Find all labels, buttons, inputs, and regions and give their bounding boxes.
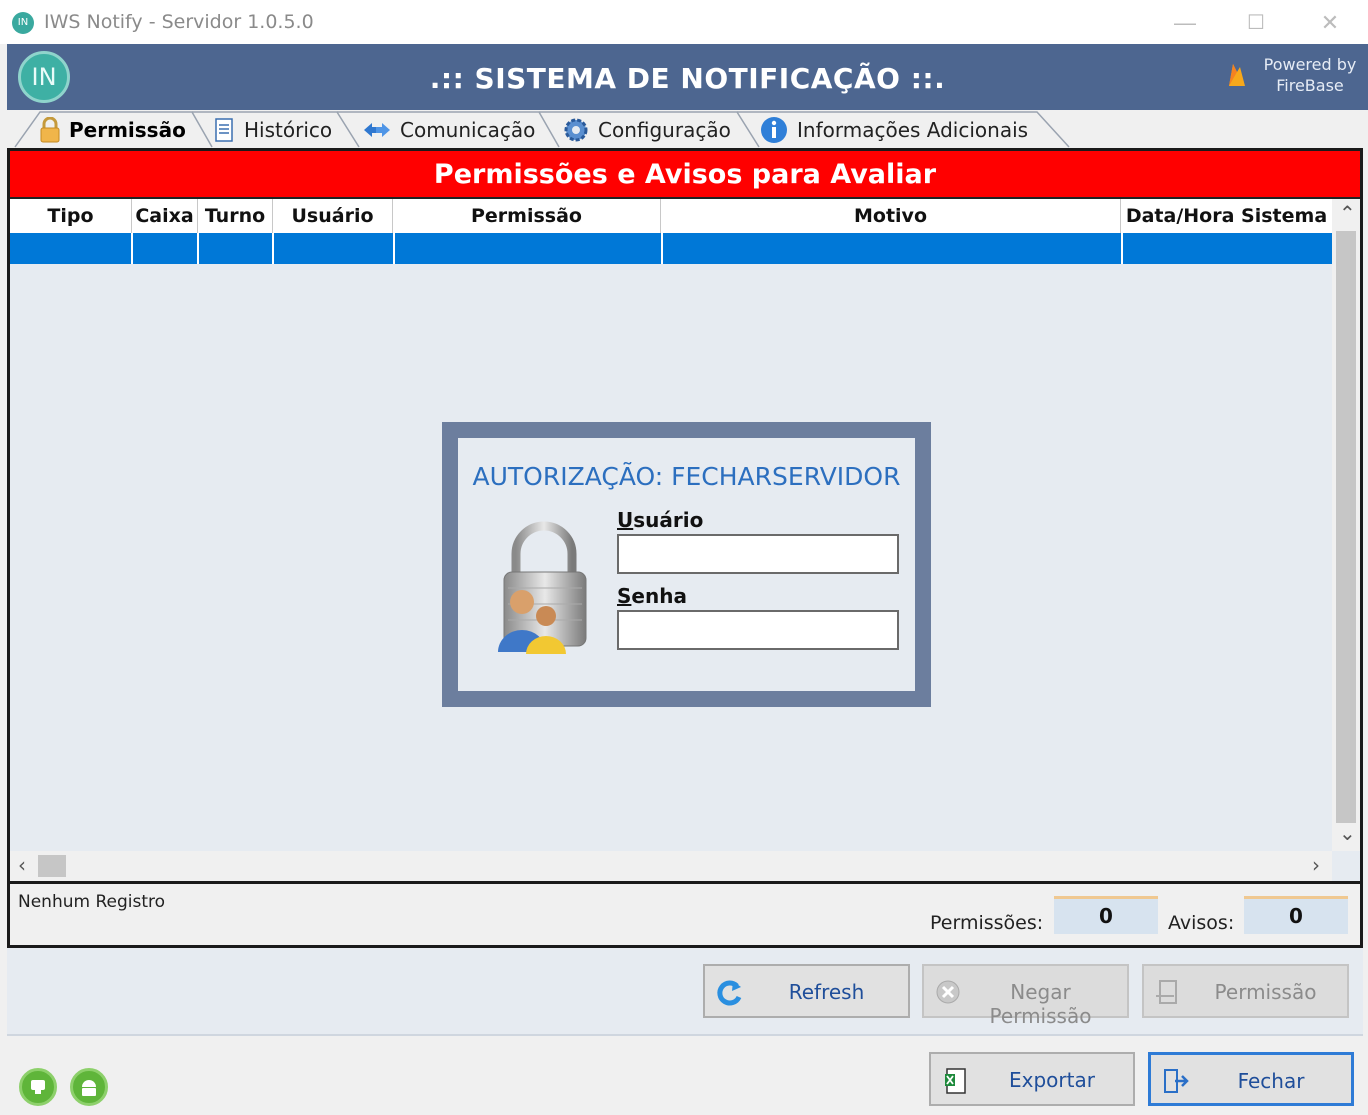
powered-by-label: Powered by FireBase	[1255, 54, 1365, 96]
col-data-hora[interactable]: Data/Hora Sistema	[1121, 199, 1332, 233]
password-label-accel: S	[617, 584, 632, 608]
vertical-scrollbar[interactable]: ⌃ ⌄	[1332, 199, 1360, 851]
permit-button[interactable]: Permissão	[1142, 964, 1349, 1018]
title-bar: IN IWS Notify - Servidor 1.0.5.0 — ☐ ✕	[0, 0, 1368, 44]
user-input[interactable]	[617, 534, 899, 574]
lock-icon	[40, 117, 60, 143]
app-header: IN .:: SISTEMA DE NOTIFICAÇÃO ::. Powere…	[7, 44, 1368, 110]
document-icon	[215, 118, 233, 142]
tab-configuracao-label: Configuração	[598, 118, 731, 142]
authorization-title: AUTORIZAÇÃO: FECHARSERVIDOR	[472, 462, 901, 491]
android-status-icon[interactable]	[70, 1068, 108, 1106]
android-icon	[82, 1080, 96, 1096]
tab-permissao-label: Permissão	[69, 118, 186, 142]
cell[interactable]	[274, 233, 395, 264]
refresh-icon	[717, 980, 742, 1006]
app-icon: IN	[12, 12, 34, 34]
user-label: Usuário	[617, 508, 703, 532]
maximize-button[interactable]: ☐	[1241, 8, 1271, 38]
tab-bar: Permissão Histórico Comunicação Configur…	[7, 110, 1368, 148]
chat-icon	[31, 1080, 45, 1094]
close-label: Fechar	[1237, 1069, 1305, 1093]
scroll-left-icon[interactable]: ‹	[18, 853, 26, 877]
vertical-scroll-thumb[interactable]	[1336, 231, 1356, 823]
warnings-count-label: Avisos:	[1168, 912, 1235, 934]
padlock-users-icon	[498, 521, 587, 654]
col-permissao[interactable]: Permissão	[393, 199, 661, 233]
password-input[interactable]	[617, 610, 899, 650]
export-button[interactable]: Exportar	[929, 1052, 1135, 1106]
powered-by-line2: FireBase	[1276, 76, 1344, 95]
scroll-up-icon[interactable]: ⌃	[1339, 201, 1356, 225]
password-label-rest: enha	[631, 584, 687, 608]
permit-label: Permissão	[1214, 980, 1317, 1004]
record-status: Nenhum Registro	[18, 892, 166, 912]
panel-banner: Permissões e Avisos para Avaliar	[10, 151, 1360, 199]
info-icon	[761, 117, 787, 143]
close-button[interactable]: Fechar	[1148, 1052, 1354, 1106]
authorization-dialog: AUTORIZAÇÃO: FECHARSERVIDOR Usuário Senh…	[442, 422, 931, 707]
permit-icon	[1156, 980, 1177, 1004]
authorization-dialog-body: AUTORIZAÇÃO: FECHARSERVIDOR Usuário Senh…	[458, 438, 915, 691]
tab-informacoes-label: Informações Adicionais	[797, 118, 1029, 142]
tab-comunicacao[interactable]: Comunicação	[362, 112, 535, 148]
warnings-count: 0	[1244, 896, 1348, 934]
cell[interactable]	[133, 233, 199, 264]
col-turno[interactable]: Turno	[198, 199, 273, 233]
permissions-count-label: Permissões:	[930, 912, 1044, 934]
exchange-arrows-icon	[364, 123, 390, 137]
powered-by-line1: Powered by	[1263, 55, 1357, 74]
cell[interactable]	[1123, 233, 1332, 264]
deny-permission-label: Negar Permissão	[989, 980, 1092, 1028]
col-motivo[interactable]: Motivo	[661, 199, 1121, 233]
deny-icon	[936, 980, 960, 1004]
horizontal-scrollbar[interactable]: ‹ ›	[10, 851, 1332, 881]
col-usuario[interactable]: Usuário	[273, 199, 393, 233]
chat-status-icon[interactable]	[19, 1068, 57, 1106]
tab-permissao[interactable]: Permissão	[39, 112, 186, 148]
scroll-down-icon[interactable]: ⌄	[1339, 821, 1356, 845]
horizontal-scroll-thumb[interactable]	[38, 855, 66, 877]
permissions-count: 0	[1054, 896, 1158, 934]
tab-informacoes[interactable]: Informações Adicionais	[759, 112, 1028, 148]
exit-door-icon	[1164, 1069, 1189, 1093]
app-window: IN IWS Notify - Servidor 1.0.5.0 — ☐ ✕ I…	[0, 0, 1368, 1115]
status-area: Nenhum Registro Permissões: 0 Avisos: 0	[10, 881, 1360, 945]
tab-historico[interactable]: Histórico	[212, 112, 332, 148]
user-label-rest: suário	[633, 508, 704, 532]
table-row[interactable]	[10, 233, 1332, 264]
cell[interactable]	[199, 233, 274, 264]
grid-header: Tipo Caixa Turno Usuário Permissão Motiv…	[10, 199, 1332, 233]
minimize-button[interactable]: —	[1170, 8, 1200, 38]
password-label: Senha	[617, 584, 687, 608]
close-window-button[interactable]: ✕	[1315, 8, 1345, 38]
footer: Exportar Fechar	[0, 1036, 1368, 1115]
scroll-right-icon[interactable]: ›	[1312, 853, 1320, 877]
excel-export-icon	[945, 1068, 966, 1094]
export-label: Exportar	[1009, 1068, 1095, 1092]
col-caixa[interactable]: Caixa	[132, 199, 198, 233]
cell[interactable]	[10, 233, 133, 264]
tab-comunicacao-label: Comunicação	[400, 118, 536, 142]
refresh-label: Refresh	[788, 980, 865, 1004]
refresh-button[interactable]: Refresh	[703, 964, 910, 1018]
window-title: IWS Notify - Servidor 1.0.5.0	[44, 11, 314, 33]
system-title: .:: SISTEMA DE NOTIFICAÇÃO ::.	[429, 62, 946, 95]
user-label-accel: U	[617, 508, 634, 532]
col-tipo[interactable]: Tipo	[10, 199, 132, 233]
deny-permission-button[interactable]: Negar Permissão	[922, 964, 1129, 1028]
cell[interactable]	[663, 233, 1123, 264]
cell[interactable]	[395, 233, 663, 264]
actions-bar: Refresh Negar Permissão Permissão	[7, 948, 1363, 1036]
tab-configuracao[interactable]: Configuração	[562, 112, 731, 148]
gear-icon	[564, 118, 588, 142]
tab-historico-label: Histórico	[244, 118, 333, 142]
firebase-icon	[1229, 64, 1245, 86]
